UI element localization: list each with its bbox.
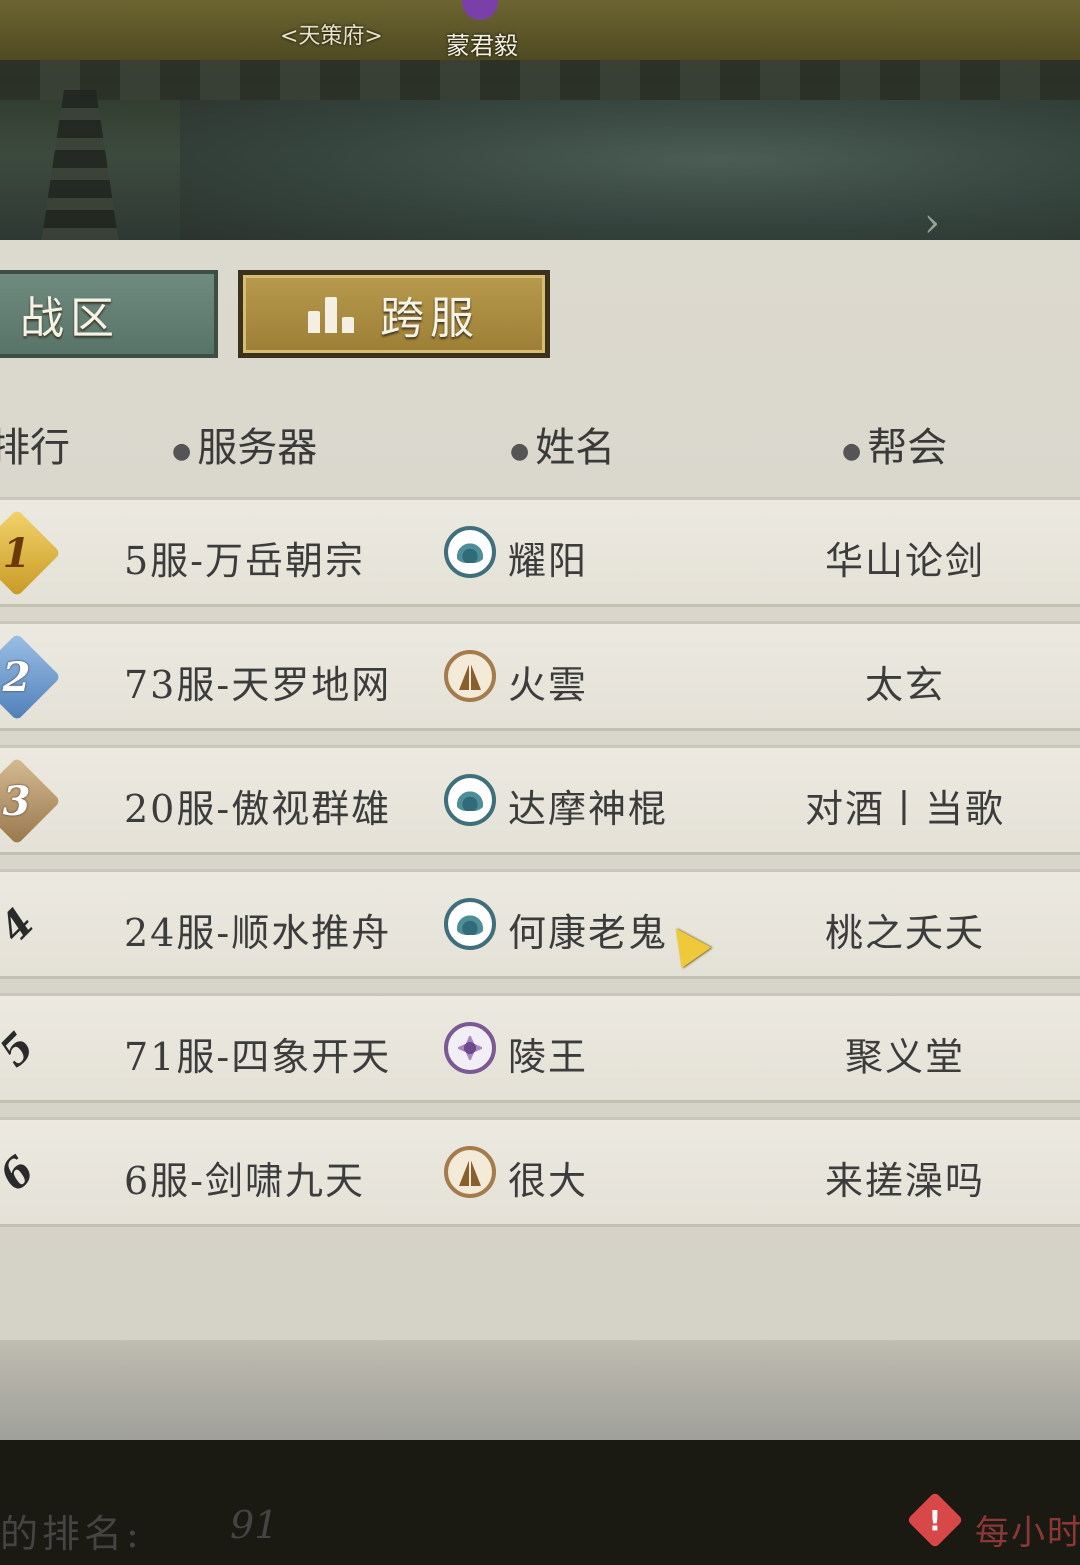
panel-bottom-edge bbox=[0, 1340, 1080, 1440]
player-name[interactable]: 达摩神棍 bbox=[508, 778, 668, 833]
bloom-icon bbox=[444, 1022, 496, 1074]
pagoda-scenery bbox=[40, 90, 120, 250]
hands-icon bbox=[444, 650, 496, 702]
game-world-view: <天策府> 蒙君毅 › bbox=[0, 0, 1080, 260]
npc-name[interactable]: 蒙君毅 bbox=[446, 26, 518, 61]
table-row[interactable]: 4 24服-顺水推舟 何康老鬼 桃之夭夭 bbox=[0, 869, 1080, 979]
table-row[interactable]: 2 73服-天罗地网 火雲 太玄 bbox=[0, 621, 1080, 731]
tab-cross-server-label: 跨服 bbox=[380, 293, 480, 344]
table-header: 排行 ● 服务器 ● 姓名 ● 帮会 bbox=[0, 395, 1080, 485]
guild-name: 太玄 bbox=[864, 663, 945, 707]
rank-badge-blue: 2 bbox=[0, 633, 61, 721]
server-name: 6服-剑啸九天 bbox=[124, 1159, 366, 1203]
guild-name: 桃之夭夭 bbox=[824, 911, 985, 955]
table-row[interactable]: 6 6服-剑啸九天 很大 来搓澡吗 bbox=[0, 1117, 1080, 1227]
server-name: 73服-天罗地网 bbox=[124, 663, 392, 707]
player-name[interactable]: 很大 bbox=[508, 1150, 588, 1205]
column-header-guild[interactable]: ● 帮会 bbox=[842, 415, 947, 473]
bar-chart-icon bbox=[308, 295, 354, 333]
guild-name: 聚义堂 bbox=[844, 1035, 965, 1079]
table-row[interactable]: 5 71服-四象开天 陵王 聚义堂 bbox=[0, 993, 1080, 1103]
column-header-rank: 排行 bbox=[0, 425, 70, 471]
my-rank-footer: 的排名: 91 ! 每小时 bbox=[0, 1491, 1080, 1565]
player-name[interactable]: 火雲 bbox=[508, 654, 588, 709]
ranking-panel: 战区 跨服 排行 ● 服务器 ● 姓名 ● 帮会 1 5服-万岳朝宗 耀阳 华山论剑 … bbox=[0, 240, 1080, 1556]
hands-icon bbox=[444, 1146, 496, 1198]
player-name[interactable]: 耀阳 bbox=[508, 530, 588, 585]
sort-dot-icon: ● bbox=[842, 438, 862, 464]
lotus-icon bbox=[444, 774, 496, 826]
sort-dot-icon: ● bbox=[510, 438, 530, 464]
rank-number: 6 bbox=[0, 1146, 44, 1200]
mountain-mist bbox=[180, 100, 1080, 250]
column-header-server[interactable]: ● 服务器 bbox=[172, 415, 317, 473]
my-rank-label: 的排名: bbox=[0, 1512, 143, 1556]
table-row[interactable]: 3 20服-傲视群雄 达摩神棍 对酒丨当歌 bbox=[0, 745, 1080, 855]
sort-dot-icon: ● bbox=[172, 438, 192, 464]
alert-icon[interactable]: ! bbox=[906, 1491, 964, 1549]
rank-badge-gold: 1 bbox=[0, 509, 61, 597]
tab-cross-server[interactable]: 跨服 bbox=[238, 270, 550, 358]
refresh-note: 每小时 bbox=[975, 1513, 1080, 1553]
npc-title: <天策府> bbox=[280, 24, 383, 49]
tab-zone[interactable]: 战区 bbox=[0, 270, 218, 358]
tab-zone-label: 战区 bbox=[20, 293, 120, 344]
rank-badge-bronze: 3 bbox=[0, 757, 61, 845]
rank-number: 5 bbox=[0, 1022, 44, 1076]
rank-number: 4 bbox=[0, 898, 44, 952]
guild-name: 来搓澡吗 bbox=[824, 1159, 985, 1203]
world-roofs bbox=[0, 60, 1080, 100]
lotus-icon bbox=[444, 898, 496, 950]
server-name: 20服-傲视群雄 bbox=[124, 787, 392, 831]
server-name: 24服-顺水推舟 bbox=[124, 911, 392, 955]
guild-name: 对酒丨当歌 bbox=[804, 787, 1005, 831]
player-name[interactable]: 陵王 bbox=[508, 1026, 588, 1081]
player-name[interactable]: 何康老鬼 bbox=[508, 902, 668, 957]
my-rank-value: 91 bbox=[230, 1503, 279, 1547]
server-name: 5服-万岳朝宗 bbox=[124, 539, 366, 583]
server-name: 71服-四象开天 bbox=[124, 1035, 392, 1079]
column-header-player[interactable]: ● 姓名 bbox=[510, 415, 615, 473]
lotus-icon bbox=[444, 526, 496, 578]
guild-name: 华山论剑 bbox=[824, 539, 985, 583]
world-ground bbox=[0, 0, 1080, 60]
table-row[interactable]: 1 5服-万岳朝宗 耀阳 华山论剑 bbox=[0, 497, 1080, 607]
